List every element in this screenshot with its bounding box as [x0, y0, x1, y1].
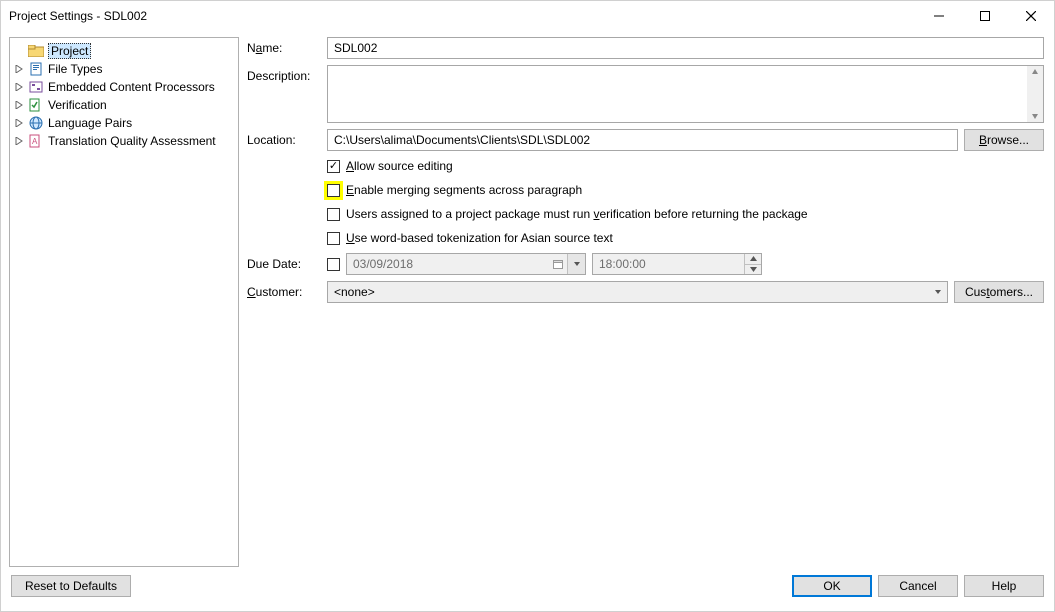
- expander-icon[interactable]: [14, 64, 24, 74]
- tree-label: File Types: [48, 62, 102, 76]
- help-button[interactable]: Help: [964, 575, 1044, 597]
- due-time-field[interactable]: [592, 253, 762, 275]
- name-input[interactable]: [327, 37, 1044, 59]
- tree-item-verification[interactable]: Verification: [12, 96, 236, 114]
- tree-item-embedded-content[interactable]: Embedded Content Processors: [12, 78, 236, 96]
- blank-expander: [14, 46, 24, 56]
- check-label: Allow source editing: [346, 159, 453, 173]
- calendar-icon: [550, 254, 566, 274]
- check-label: Users assigned to a project package must…: [346, 207, 808, 221]
- tree-label: Verification: [48, 98, 107, 112]
- window-controls: [916, 1, 1054, 31]
- tree-item-file-types[interactable]: File Types: [12, 60, 236, 78]
- folder-icon: [28, 43, 44, 59]
- tree-label: Language Pairs: [48, 116, 132, 130]
- tree-label: Translation Quality Assessment: [48, 134, 216, 148]
- customer-select[interactable]: <none>: [327, 281, 948, 303]
- check-label: Enable merging segments across paragraph: [346, 183, 582, 197]
- description-label: Description:: [247, 65, 319, 83]
- due-date-label: Due Date:: [247, 253, 319, 271]
- dialog-footer: Reset to Defaults OK Cancel Help: [1, 567, 1054, 611]
- tree-item-project[interactable]: Project: [12, 42, 236, 60]
- minimize-button[interactable]: [916, 1, 962, 31]
- embed-icon: [28, 79, 44, 95]
- cancel-button[interactable]: Cancel: [878, 575, 958, 597]
- expander-icon[interactable]: [14, 82, 24, 92]
- form-panel: Name: Description: Location:: [247, 37, 1046, 567]
- asian-tokenization-check[interactable]: Use word-based tokenization for Asian so…: [327, 229, 613, 247]
- svg-text:A: A: [32, 137, 38, 146]
- titlebar: Project Settings - SDL002: [1, 1, 1054, 31]
- expander-icon[interactable]: [14, 118, 24, 128]
- dialog-body: Project File Types Embedded Content Proc: [1, 31, 1054, 567]
- customer-value: <none>: [334, 285, 375, 299]
- description-input[interactable]: [327, 65, 1044, 123]
- globe-icon: [28, 115, 44, 131]
- checkbox-icon: [327, 232, 340, 245]
- customers-button[interactable]: Customers...: [954, 281, 1044, 303]
- enable-merging-check[interactable]: Enable merging segments across paragraph: [327, 181, 582, 199]
- file-icon: [28, 61, 44, 77]
- tree-label: Embedded Content Processors: [48, 80, 215, 94]
- checkbox-icon: [327, 160, 340, 173]
- settings-tree[interactable]: Project File Types Embedded Content Proc: [9, 37, 239, 567]
- location-input[interactable]: [327, 129, 958, 151]
- scroll-indicator: [1027, 65, 1044, 123]
- customer-label: Customer:: [247, 281, 319, 299]
- time-spinner[interactable]: [744, 254, 761, 274]
- maximize-button[interactable]: [962, 1, 1008, 31]
- check-label: Use word-based tokenization for Asian so…: [346, 231, 613, 245]
- tree-item-language-pairs[interactable]: Language Pairs: [12, 114, 236, 132]
- verify-icon: [28, 97, 44, 113]
- quality-icon: A: [28, 133, 44, 149]
- window-title: Project Settings - SDL002: [9, 9, 147, 23]
- ok-button[interactable]: OK: [792, 575, 872, 597]
- spin-down-icon[interactable]: [744, 265, 761, 275]
- expander-icon[interactable]: [14, 100, 24, 110]
- spin-up-icon[interactable]: [744, 254, 761, 265]
- due-time-input[interactable]: [592, 253, 762, 275]
- close-button[interactable]: [1008, 1, 1054, 31]
- checkbox-icon: [327, 184, 340, 197]
- name-label: Name:: [247, 37, 319, 55]
- reset-defaults-button[interactable]: Reset to Defaults: [11, 575, 131, 597]
- due-date-enable-check[interactable]: [327, 258, 340, 271]
- location-label: Location:: [247, 129, 319, 147]
- chevron-down-icon[interactable]: [567, 254, 585, 274]
- chevron-down-icon: [929, 282, 947, 302]
- tree-label: Project: [48, 43, 91, 59]
- browse-button[interactable]: Browse...: [964, 129, 1044, 151]
- checkbox-icon: [327, 208, 340, 221]
- allow-source-editing-check[interactable]: Allow source editing: [327, 157, 453, 175]
- due-date-field[interactable]: [346, 253, 586, 275]
- verification-required-check[interactable]: Users assigned to a project package must…: [327, 205, 808, 223]
- expander-icon[interactable]: [14, 136, 24, 146]
- tree-item-tqa[interactable]: A Translation Quality Assessment: [12, 132, 236, 150]
- dialog-window: Project Settings - SDL002 Project: [0, 0, 1055, 612]
